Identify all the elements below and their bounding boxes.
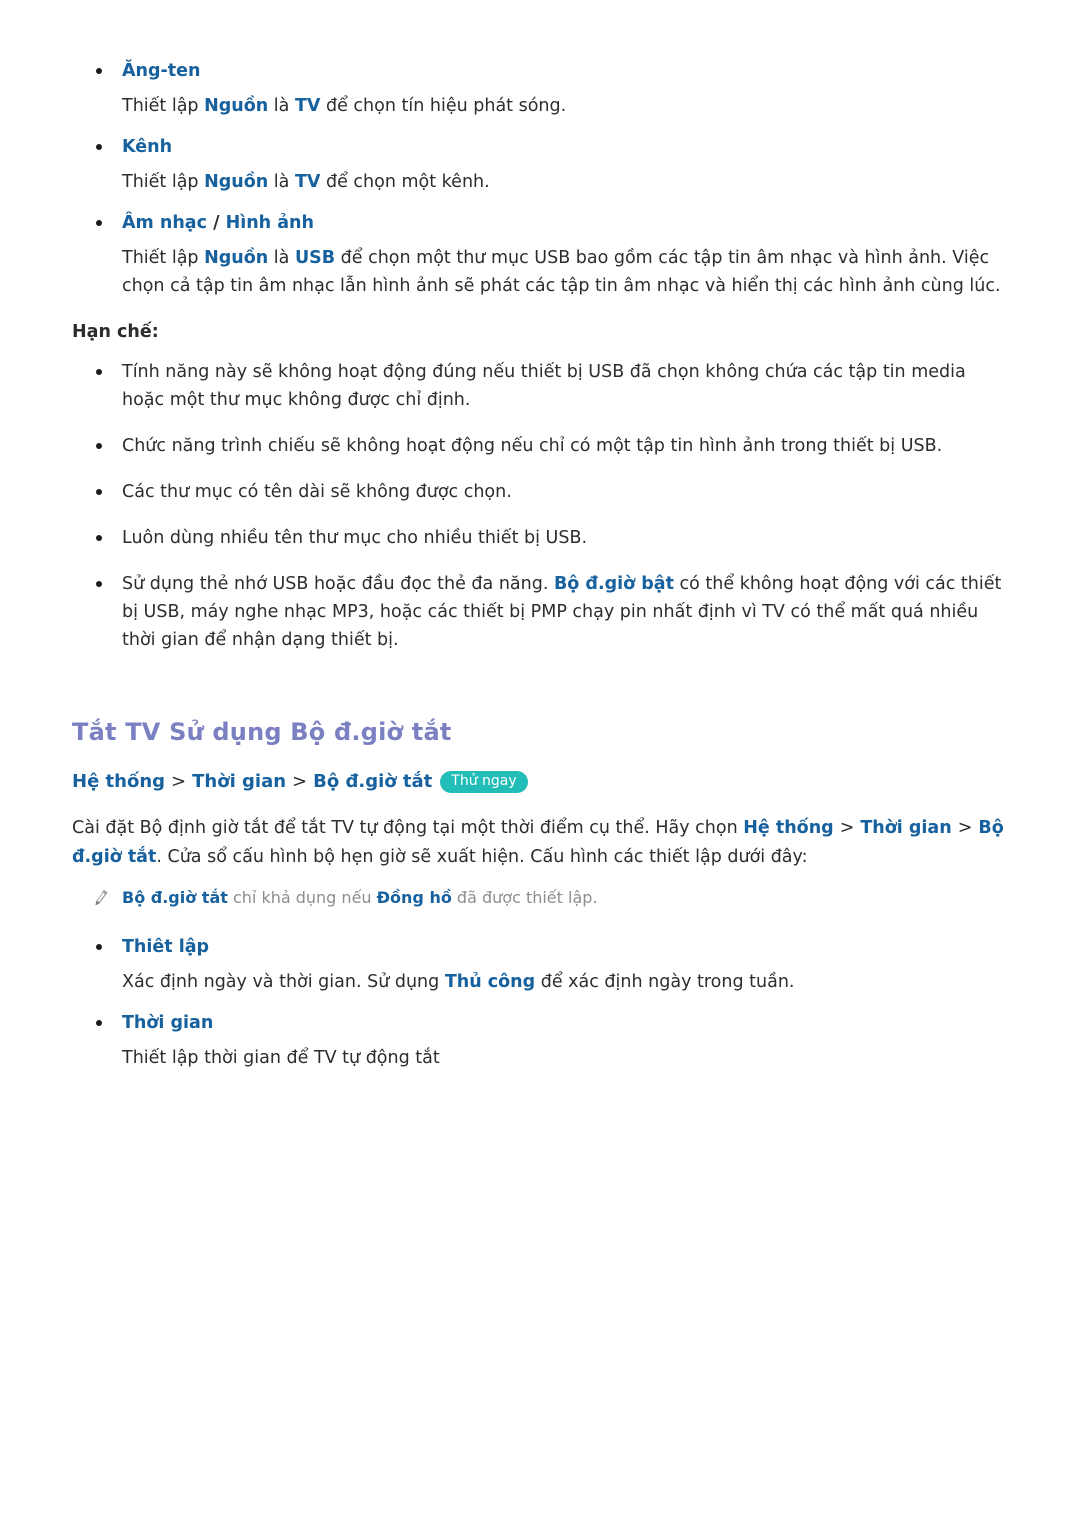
setting-description: Thiết lập thời gian để TV tự động tắt: [122, 1044, 1008, 1072]
option-term-music-photo: Âm nhạc / Hình ảnh: [122, 210, 1008, 236]
breadcrumb-item-time[interactable]: Thời gian: [192, 771, 286, 792]
inline-path-separator: >: [957, 818, 973, 838]
keyword-nguon: Nguồn: [204, 96, 269, 116]
breadcrumb-separator: >: [292, 771, 308, 792]
option-term-label-music: Âm nhạc: [122, 213, 207, 233]
breadcrumb-separator: >: [171, 771, 187, 792]
list-item: Thời gian Thiết lập thời gian để TV tự đ…: [72, 1010, 1008, 1072]
pencil-icon: [90, 888, 112, 910]
restriction-text-pre: Sử dụng thẻ nhớ USB hoặc đầu đọc thẻ đa …: [122, 574, 554, 594]
list-item: Ăng-ten Thiết lập Nguồn là TV để chọn tí…: [72, 58, 1008, 120]
inline-path-time: Thời gian: [860, 818, 952, 838]
option-term-antenna: Ăng-ten: [122, 58, 1008, 84]
list-item: Sử dụng thẻ nhớ USB hoặc đầu đọc thẻ đa …: [72, 570, 1008, 654]
option-description: Thiết lập Nguồn là USB để chọn một thư m…: [122, 244, 1008, 300]
desc-text-pre: Xác định ngày và thời gian. Sử dụng: [122, 972, 445, 992]
inline-path-system: Hệ thống: [743, 818, 834, 838]
list-item: Chức năng trình chiếu sẽ không hoạt động…: [72, 432, 1008, 460]
breadcrumb-item-system[interactable]: Hệ thống: [72, 771, 165, 792]
breadcrumb: Hệ thống > Thời gian > Bộ đ.giờ tắt Thử ngay: [72, 768, 1008, 796]
intro-paragraph: Cài đặt Bộ định giờ tắt để tắt TV tự độn…: [72, 814, 1008, 872]
list-item: Thiêt lập Xác định ngày và thời gian. Sử…: [72, 934, 1008, 996]
restriction-text: Tính năng này sẽ không hoạt động đúng nế…: [122, 362, 966, 410]
desc-text-pre: Thiết lập: [122, 172, 205, 192]
list-item: Tính năng này sẽ không hoạt động đúng nế…: [72, 358, 1008, 414]
option-term-label: Kênh: [122, 137, 173, 157]
option-description: Thiết lập Nguồn là TV để chọn một kênh.: [122, 168, 1008, 196]
desc-text-mid: là: [268, 96, 295, 116]
keyword-nguon: Nguồn: [204, 248, 269, 268]
desc-text-post: để chọn tín hiệu phát sóng.: [320, 96, 567, 116]
desc-text-post: để xác định ngày trong tuần.: [535, 972, 795, 992]
option-term-label-photo: Hình ảnh: [225, 213, 314, 233]
restrictions-list: Tính năng này sẽ không hoạt động đúng nế…: [72, 358, 1008, 654]
option-term-channel: Kênh: [122, 134, 1008, 160]
setting-term-label: Thời gian: [122, 1013, 214, 1033]
list-item: Âm nhạc / Hình ảnh Thiết lập Nguồn là US…: [72, 210, 1008, 300]
source-options-list: Ăng-ten Thiết lập Nguồn là TV để chọn tí…: [72, 58, 1008, 300]
keyword-tv: TV: [294, 96, 321, 116]
list-item: Luôn dùng nhiều tên thư mục cho nhiều th…: [72, 524, 1008, 552]
restrictions-label: Hạn chế:: [72, 322, 159, 342]
off-timer-settings-list: Thiêt lập Xác định ngày và thời gian. Sử…: [72, 934, 1008, 1072]
setting-term-label: Thiêt lập: [122, 937, 210, 957]
intro-text-pre: Cài đặt Bộ định giờ tắt để tắt TV tự độn…: [72, 818, 744, 838]
setting-term-thoi-gian: Thời gian: [122, 1010, 1008, 1036]
note-row: Bộ đ.giờ tắt chỉ khả dụng nếu Đồng hồ đã…: [72, 886, 1008, 912]
keyword-dong-ho: Đồng hồ: [376, 888, 452, 907]
setting-term-thiet-lap: Thiêt lập: [122, 934, 1008, 960]
restriction-text: Luôn dùng nhiều tên thư mục cho nhiều th…: [122, 528, 588, 548]
keyword-bo-dgio-bat: Bộ đ.giờ bật: [553, 574, 674, 594]
keyword-usb: USB: [294, 248, 336, 268]
desc-text-mid: là: [268, 248, 295, 268]
desc-text-pre: Thiết lập: [122, 96, 205, 116]
keyword-bo-dgio-tat: Bộ đ.giờ tắt: [122, 888, 228, 907]
note-text: Bộ đ.giờ tắt chỉ khả dụng nếu Đồng hồ đã…: [122, 888, 598, 907]
option-term-separator: /: [206, 213, 226, 233]
keyword-nguon: Nguồn: [204, 172, 269, 192]
desc-text-pre: Thiết lập: [122, 248, 205, 268]
desc-text-mid: là: [268, 172, 295, 192]
try-now-badge[interactable]: Thử ngay: [440, 771, 528, 793]
note-text-post: đã được thiết lập.: [451, 888, 598, 907]
desc-text-post: để chọn một kênh.: [320, 172, 490, 192]
inline-path-separator: >: [839, 818, 855, 838]
intro-text-post: . Cửa sổ cấu hình bộ hẹn giờ sẽ xuất hiệ…: [156, 847, 808, 867]
keyword-thu-cong: Thủ công: [444, 972, 536, 992]
restriction-text: Chức năng trình chiếu sẽ không hoạt động…: [122, 436, 943, 456]
setting-description: Xác định ngày và thời gian. Sử dụng Thủ …: [122, 968, 1008, 996]
note-text-mid: chỉ khả dụng nếu: [227, 888, 377, 907]
page-title: Tắt TV Sử dụng Bộ đ.giờ tắt: [72, 718, 452, 746]
list-item: Kênh Thiết lập Nguồn là TV để chọn một k…: [72, 134, 1008, 196]
desc-text-pre: Thiết lập thời gian để TV tự động tắt: [122, 1048, 440, 1068]
option-term-label: Ăng-ten: [122, 61, 201, 81]
restriction-text: Các thư mục có tên dài sẽ không được chọ…: [122, 482, 512, 502]
list-item: Các thư mục có tên dài sẽ không được chọ…: [72, 478, 1008, 506]
option-description: Thiết lập Nguồn là TV để chọn tín hiệu p…: [122, 92, 1008, 120]
manual-page: Ăng-ten Thiết lập Nguồn là TV để chọn tí…: [0, 0, 1080, 1527]
keyword-tv: TV: [294, 172, 321, 192]
breadcrumb-item-off-timer[interactable]: Bộ đ.giờ tắt: [313, 771, 432, 792]
